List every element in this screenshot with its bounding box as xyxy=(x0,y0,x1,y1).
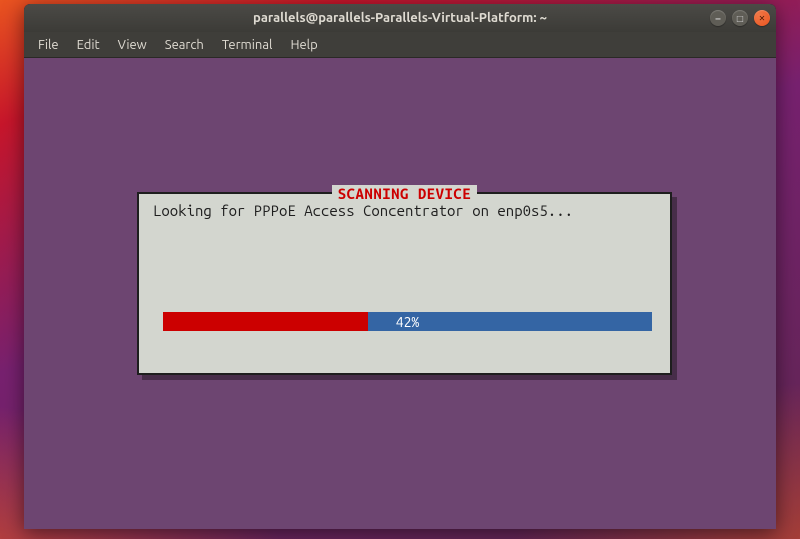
progress-bar: 42% xyxy=(163,312,652,331)
window-title: parallels@parallels-Parallels-Virtual-Pl… xyxy=(253,11,547,25)
dialog-title: SCANNING DEVICE xyxy=(332,185,478,202)
menu-file[interactable]: File xyxy=(30,35,67,55)
minimize-button[interactable] xyxy=(710,10,726,26)
menu-terminal[interactable]: Terminal xyxy=(214,35,281,55)
menu-edit[interactable]: Edit xyxy=(69,35,108,55)
window-titlebar[interactable]: parallels@parallels-Parallels-Virtual-Pl… xyxy=(24,4,776,32)
window-controls xyxy=(710,10,770,26)
progress-label: 42% xyxy=(396,314,420,330)
maximize-button[interactable] xyxy=(732,10,748,26)
menu-search[interactable]: Search xyxy=(157,35,212,55)
terminal-window: parallels@parallels-Parallels-Virtual-Pl… xyxy=(24,4,776,529)
close-button[interactable] xyxy=(754,10,770,26)
dialog-title-row: SCANNING DEVICE xyxy=(139,185,670,203)
scanning-dialog: SCANNING DEVICE Looking for PPPoE Access… xyxy=(137,192,672,375)
progress-fill xyxy=(163,312,368,331)
menubar: File Edit View Search Terminal Help xyxy=(24,32,776,58)
dialog-message: Looking for PPPoE Access Concentrator on… xyxy=(153,202,573,219)
menu-view[interactable]: View xyxy=(110,35,155,55)
terminal-body[interactable]: SCANNING DEVICE Looking for PPPoE Access… xyxy=(24,58,776,529)
menu-help[interactable]: Help xyxy=(282,35,325,55)
